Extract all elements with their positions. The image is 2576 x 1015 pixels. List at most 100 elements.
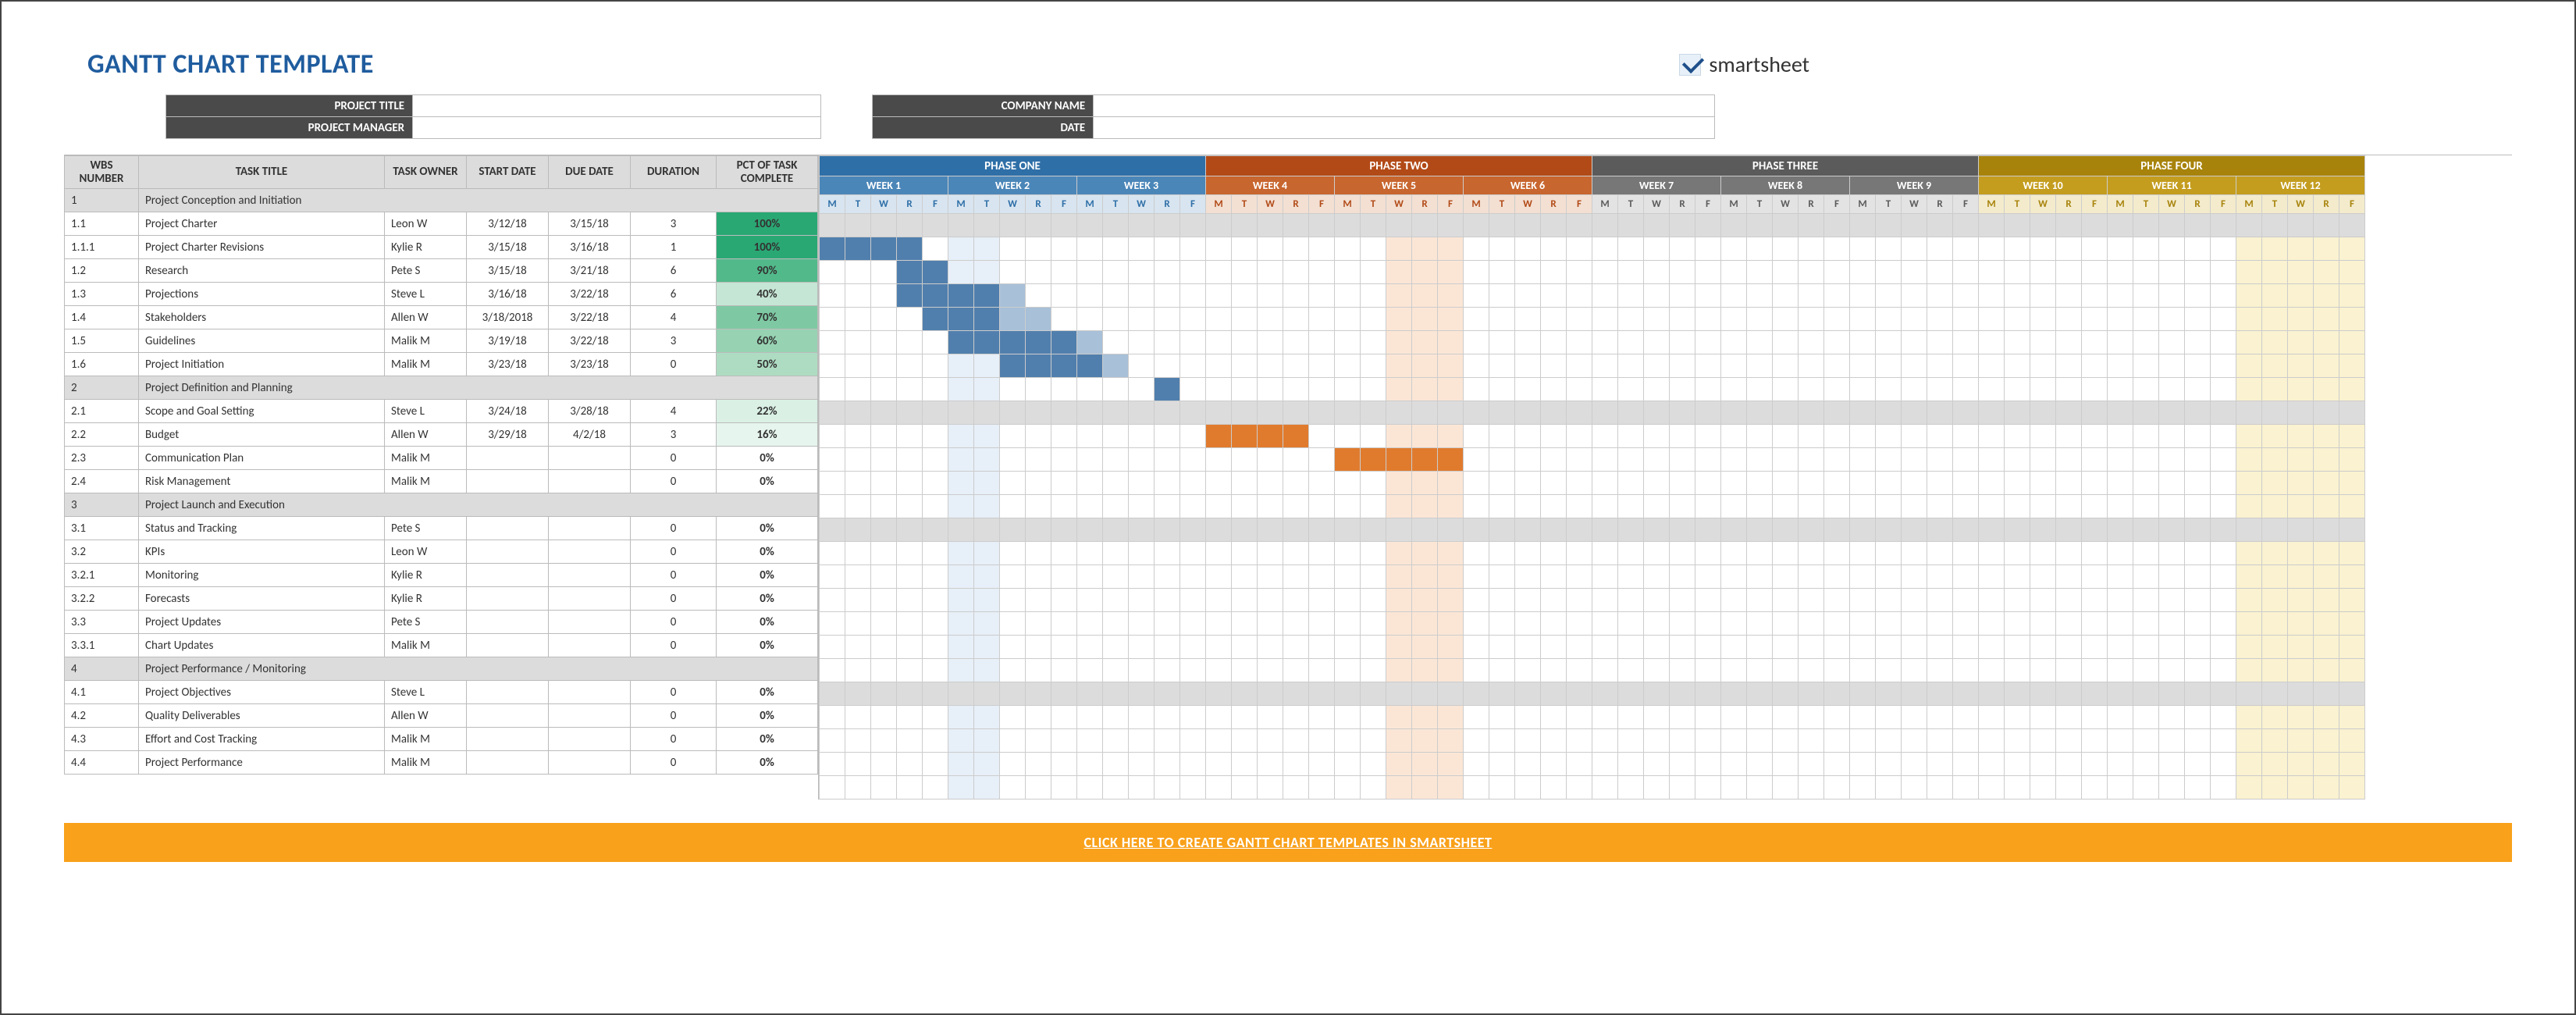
gantt-cell[interactable] bbox=[1464, 776, 1489, 800]
gantt-cell[interactable] bbox=[2133, 706, 2159, 729]
gantt-cell[interactable] bbox=[1773, 214, 1799, 237]
gantt-cell[interactable] bbox=[974, 331, 1000, 354]
gantt-cell[interactable] bbox=[2262, 331, 2288, 354]
gantt-cell[interactable] bbox=[2211, 214, 2236, 237]
gantt-cell[interactable] bbox=[1541, 261, 1567, 284]
gantt-cell[interactable] bbox=[1824, 354, 1850, 378]
gantt-cell[interactable] bbox=[1412, 589, 1438, 612]
gantt-cell[interactable] bbox=[1644, 472, 1670, 495]
gantt-cell[interactable] bbox=[1773, 776, 1799, 800]
gantt-cell[interactable] bbox=[1361, 237, 1386, 261]
gantt-cell[interactable] bbox=[1438, 401, 1464, 425]
gantt-cell[interactable] bbox=[1799, 308, 1824, 331]
gantt-cell[interactable] bbox=[1747, 378, 1773, 401]
gantt-cell[interactable] bbox=[1258, 612, 1283, 636]
gantt-cell[interactable] bbox=[2159, 682, 2185, 706]
gantt-cell[interactable] bbox=[1876, 448, 1902, 472]
gantt-cell[interactable] bbox=[1824, 425, 1850, 448]
gantt-cell[interactable] bbox=[2185, 284, 2211, 308]
gantt-cell[interactable] bbox=[1773, 682, 1799, 706]
gantt-cell[interactable] bbox=[1103, 448, 1129, 472]
gantt-cell[interactable] bbox=[2185, 706, 2211, 729]
gantt-cell[interactable] bbox=[1902, 331, 1927, 354]
gantt-cell[interactable] bbox=[974, 542, 1000, 565]
gantt-cell[interactable] bbox=[2185, 331, 2211, 354]
gantt-cell[interactable] bbox=[1412, 354, 1438, 378]
gantt-cell[interactable] bbox=[923, 308, 948, 331]
gantt-cell[interactable] bbox=[1953, 214, 1979, 237]
gantt-cell[interactable] bbox=[2236, 542, 2262, 565]
gantt-cell[interactable] bbox=[1103, 261, 1129, 284]
gantt-cell[interactable] bbox=[1438, 542, 1464, 565]
gantt-cell[interactable] bbox=[2082, 308, 2108, 331]
gantt-cell[interactable] bbox=[1180, 518, 1206, 542]
gantt-cell[interactable] bbox=[2314, 378, 2339, 401]
gantt-cell[interactable] bbox=[1592, 612, 1618, 636]
gantt-cell[interactable] bbox=[1644, 776, 1670, 800]
gantt-cell[interactable] bbox=[1283, 495, 1309, 518]
gantt-cell[interactable] bbox=[2159, 425, 2185, 448]
gantt-cell[interactable] bbox=[2339, 448, 2365, 472]
gantt-cell[interactable] bbox=[2339, 706, 2365, 729]
gantt-cell[interactable] bbox=[1592, 659, 1618, 682]
gantt-cell[interactable] bbox=[1824, 401, 1850, 425]
gantt-cell[interactable] bbox=[1799, 729, 1824, 753]
gantt-cell[interactable] bbox=[1464, 472, 1489, 495]
gantt-cell[interactable] bbox=[923, 261, 948, 284]
gantt-cell[interactable] bbox=[2030, 729, 2056, 753]
gantt-cell[interactable] bbox=[1567, 659, 1592, 682]
gantt-cell[interactable] bbox=[2314, 753, 2339, 776]
gantt-cell[interactable] bbox=[2159, 589, 2185, 612]
gantt-cell[interactable] bbox=[820, 589, 845, 612]
gantt-cell[interactable] bbox=[1386, 354, 1412, 378]
gantt-cell[interactable] bbox=[897, 682, 923, 706]
gantt-cell[interactable] bbox=[1721, 729, 1747, 753]
gantt-cell[interactable] bbox=[845, 612, 871, 636]
gantt-cell[interactable] bbox=[1412, 214, 1438, 237]
gantt-cell[interactable] bbox=[1670, 682, 1695, 706]
gantt-cell[interactable] bbox=[1051, 589, 1077, 612]
gantt-cell[interactable] bbox=[1464, 284, 1489, 308]
gantt-cell[interactable] bbox=[845, 636, 871, 659]
gantt-cell[interactable] bbox=[1155, 331, 1180, 354]
company-name-value[interactable] bbox=[1094, 95, 1715, 117]
gantt-cell[interactable] bbox=[1077, 518, 1103, 542]
gantt-cell[interactable] bbox=[1386, 331, 1412, 354]
gantt-cell[interactable] bbox=[1129, 542, 1155, 565]
gantt-cell[interactable] bbox=[1283, 284, 1309, 308]
gantt-cell[interactable] bbox=[871, 401, 897, 425]
gantt-cell[interactable] bbox=[1180, 354, 1206, 378]
gantt-cell[interactable] bbox=[1670, 706, 1695, 729]
gantt-cell[interactable] bbox=[1386, 565, 1412, 589]
gantt-cell[interactable] bbox=[1850, 378, 1876, 401]
gantt-cell[interactable] bbox=[1464, 729, 1489, 753]
gantt-cell[interactable] bbox=[1799, 753, 1824, 776]
gantt-cell[interactable] bbox=[2262, 308, 2288, 331]
gantt-cell[interactable] bbox=[1335, 518, 1361, 542]
gantt-cell[interactable] bbox=[2056, 425, 2082, 448]
gantt-cell[interactable] bbox=[2314, 448, 2339, 472]
gantt-cell[interactable] bbox=[1386, 448, 1412, 472]
gantt-cell[interactable] bbox=[1361, 354, 1386, 378]
gantt-cell[interactable] bbox=[2211, 753, 2236, 776]
gantt-cell[interactable] bbox=[2185, 495, 2211, 518]
gantt-cell[interactable] bbox=[2211, 565, 2236, 589]
gantt-cell[interactable] bbox=[1953, 237, 1979, 261]
gantt-cell[interactable] bbox=[2236, 612, 2262, 636]
gantt-cell[interactable] bbox=[820, 542, 845, 565]
gantt-cell[interactable] bbox=[1644, 284, 1670, 308]
gantt-cell[interactable] bbox=[2133, 518, 2159, 542]
gantt-cell[interactable] bbox=[2211, 308, 2236, 331]
gantt-cell[interactable] bbox=[2288, 729, 2314, 753]
gantt-cell[interactable] bbox=[1283, 542, 1309, 565]
gantt-cell[interactable] bbox=[1077, 542, 1103, 565]
gantt-cell[interactable] bbox=[2314, 565, 2339, 589]
gantt-cell[interactable] bbox=[948, 682, 974, 706]
gantt-cell[interactable] bbox=[2185, 401, 2211, 425]
gantt-cell[interactable] bbox=[2082, 659, 2108, 682]
gantt-cell[interactable] bbox=[1979, 776, 2005, 800]
gantt-cell[interactable] bbox=[2030, 425, 2056, 448]
gantt-cell[interactable] bbox=[1927, 261, 1953, 284]
gantt-cell[interactable] bbox=[1670, 565, 1695, 589]
gantt-cell[interactable] bbox=[948, 542, 974, 565]
